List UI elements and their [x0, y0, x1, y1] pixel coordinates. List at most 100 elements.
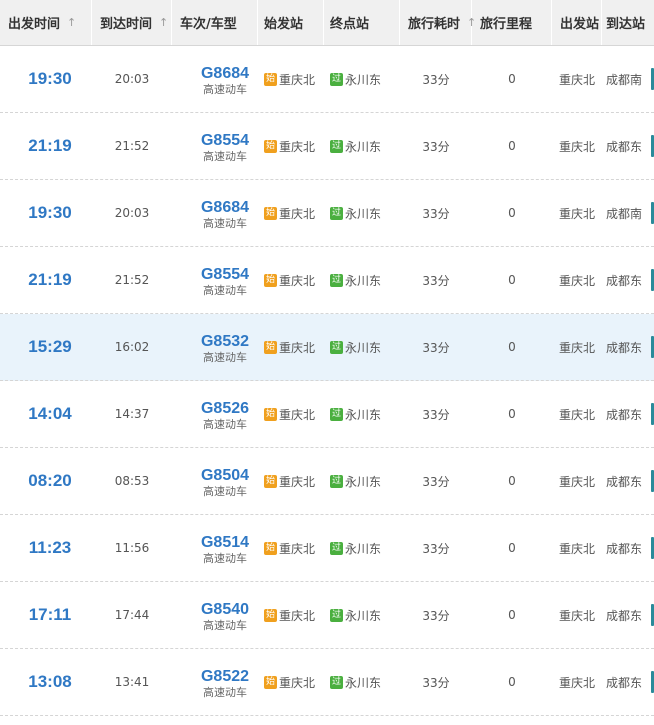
to-station: 成都南 [606, 206, 643, 221]
train-number-link[interactable]: G8526 [201, 400, 249, 418]
train-schedule-table: 出发时间 ↑ 到达时间 ↑ 车次/车型 始发站 终点站 旅行耗时 ↑ 旅行里程 出发站… [0, 0, 654, 716]
terminus-station-cell: 过永川东 [324, 247, 400, 313]
origin-station-cell: 始重庆北 [258, 180, 324, 246]
duration-cell: 33分 [400, 180, 472, 246]
origin-station-cell: 始重庆北 [258, 113, 324, 179]
train-number-link[interactable]: G8540 [201, 601, 249, 619]
to-station-cell: 成都南 [602, 46, 654, 112]
train-type: 高速动车 [203, 485, 247, 498]
distance: 0 [508, 541, 516, 555]
from-station: 重庆北 [558, 206, 595, 221]
table-row[interactable]: 21:19 21:52 G8554 高速动车始重庆北过永川东 33分 0 重庆北 成都东 [0, 113, 654, 180]
table-row[interactable]: 14:04 14:37 G8526 高速动车始重庆北过永川东 33分 0 重庆北 成都东 [0, 381, 654, 448]
table-row[interactable]: 13:08 13:41 G8522 高速动车始重庆北过永川东 33分 0 重庆北 成都东 [0, 649, 654, 716]
duration: 33分 [422, 474, 450, 489]
departure-time: 21:19 [28, 136, 72, 155]
arrival-time-cell: 13:41 [92, 649, 172, 715]
to-station: 成都东 [606, 541, 643, 556]
header-arrival-time[interactable]: 到达时间 ↑ [92, 0, 172, 45]
distance: 0 [508, 340, 516, 354]
from-station: 重庆北 [558, 340, 595, 355]
train-number-link[interactable]: G8554 [201, 132, 249, 150]
departure-time: 08:20 [28, 471, 72, 490]
from-station: 重庆北 [558, 608, 595, 623]
origin-station: 重庆北 [279, 206, 316, 221]
arrival-time-cell: 17:44 [92, 582, 172, 648]
train-number-link[interactable]: G8504 [201, 467, 249, 485]
header-to-station: 到达站 [602, 0, 654, 45]
train-number-link[interactable]: G8532 [201, 333, 249, 351]
table-row[interactable]: 19:30 20:03 G8684 高速动车始重庆北过永川东 33分 0 重庆北 成都南 [0, 46, 654, 113]
arrival-time-cell: 20:03 [92, 46, 172, 112]
start-station-icon: 始 [264, 407, 277, 421]
train-type: 高速动车 [203, 217, 247, 230]
origin-station: 重庆北 [279, 72, 316, 87]
train-number-link[interactable]: G8514 [201, 534, 249, 552]
duration: 33分 [422, 541, 450, 556]
table-row[interactable]: 11:23 11:56 G8514 高速动车始重庆北过永川东 33分 0 重庆北 成都东 [0, 515, 654, 582]
distance-cell: 0 [472, 113, 552, 179]
header-label: 始发站 [264, 17, 304, 32]
table-row[interactable]: 21:19 21:52 G8554 高速动车始重庆北过永川东 33分 0 重庆北 成都东 [0, 247, 654, 314]
table-row[interactable]: 19:30 20:03 G8684 高速动车始重庆北过永川东 33分 0 重庆北 成都南 [0, 180, 654, 247]
origin-station-cell: 始重庆北 [258, 515, 324, 581]
terminus-station-cell: 过永川东 [324, 381, 400, 447]
origin-station-cell: 始重庆北 [258, 314, 324, 380]
departure-time-cell: 15:29 [0, 314, 92, 380]
origin-station: 重庆北 [279, 675, 316, 690]
from-station-cell: 重庆北 [552, 113, 602, 179]
header-distance: 旅行里程 [472, 0, 552, 45]
table-row[interactable]: 15:29 16:02 G8532 高速动车始重庆北过永川东 33分 0 重庆北 成都东 [0, 314, 654, 381]
from-station: 重庆北 [558, 72, 595, 87]
header-departure-time[interactable]: 出发时间 ↑ [0, 0, 92, 45]
table-row[interactable]: 17:11 17:44 G8540 高速动车始重庆北过永川东 33分 0 重庆北 成都东 [0, 582, 654, 649]
distance-cell: 0 [472, 649, 552, 715]
duration: 33分 [422, 139, 450, 154]
from-station-cell: 重庆北 [552, 649, 602, 715]
train-cell: G8514 高速动车 [172, 515, 258, 581]
terminus-station: 永川东 [345, 407, 382, 422]
terminus-station-cell: 过永川东 [324, 46, 400, 112]
train-cell: G8684 高速动车 [172, 46, 258, 112]
train-number-link[interactable]: G8554 [201, 266, 249, 284]
train-type: 高速动车 [203, 351, 247, 364]
terminus-station: 永川东 [345, 474, 382, 489]
header-duration[interactable]: 旅行耗时 ↑ [400, 0, 476, 45]
distance-cell: 0 [472, 46, 552, 112]
train-number-link[interactable]: G8522 [201, 668, 249, 686]
duration-cell: 33分 [400, 46, 472, 112]
start-station-icon: 始 [264, 675, 277, 689]
origin-station-cell: 始重庆北 [258, 649, 324, 715]
duration-cell: 33分 [400, 515, 472, 581]
distance: 0 [508, 474, 516, 488]
to-station: 成都东 [606, 474, 643, 489]
terminus-station: 永川东 [345, 675, 382, 690]
pass-station-icon: 过 [330, 72, 343, 86]
train-cell: G8684 高速动车 [172, 180, 258, 246]
header-label: 出发站 [560, 17, 600, 32]
start-station-icon: 始 [264, 206, 277, 220]
duration: 33分 [422, 407, 450, 422]
to-station: 成都东 [606, 675, 643, 690]
departure-time: 17:11 [28, 605, 72, 624]
arrival-time: 17:44 [114, 608, 150, 622]
header-from-station: 出发站 [552, 0, 602, 45]
train-type: 高速动车 [203, 284, 247, 297]
duration: 33分 [422, 340, 450, 355]
departure-time-cell: 17:11 [0, 582, 92, 648]
to-station: 成都东 [606, 608, 643, 623]
train-cell: G8540 高速动车 [172, 582, 258, 648]
pass-station-icon: 过 [330, 273, 343, 287]
table-body: 19:30 20:03 G8684 高速动车始重庆北过永川东 33分 0 重庆北 成都南 21:… [0, 46, 654, 716]
from-station: 重庆北 [558, 541, 595, 556]
train-cell: G8526 高速动车 [172, 381, 258, 447]
header-label: 旅行耗时 [408, 17, 461, 32]
train-number-link[interactable]: G8684 [201, 65, 249, 83]
sort-arrow-icon: ↑ [67, 16, 77, 29]
train-type: 高速动车 [203, 552, 247, 565]
train-type: 高速动车 [203, 83, 247, 96]
train-number-link[interactable]: G8684 [201, 199, 249, 217]
terminus-station: 永川东 [345, 608, 382, 623]
table-row[interactable]: 08:20 08:53 G8504 高速动车始重庆北过永川东 33分 0 重庆北 成都东 [0, 448, 654, 515]
origin-station: 重庆北 [279, 541, 316, 556]
